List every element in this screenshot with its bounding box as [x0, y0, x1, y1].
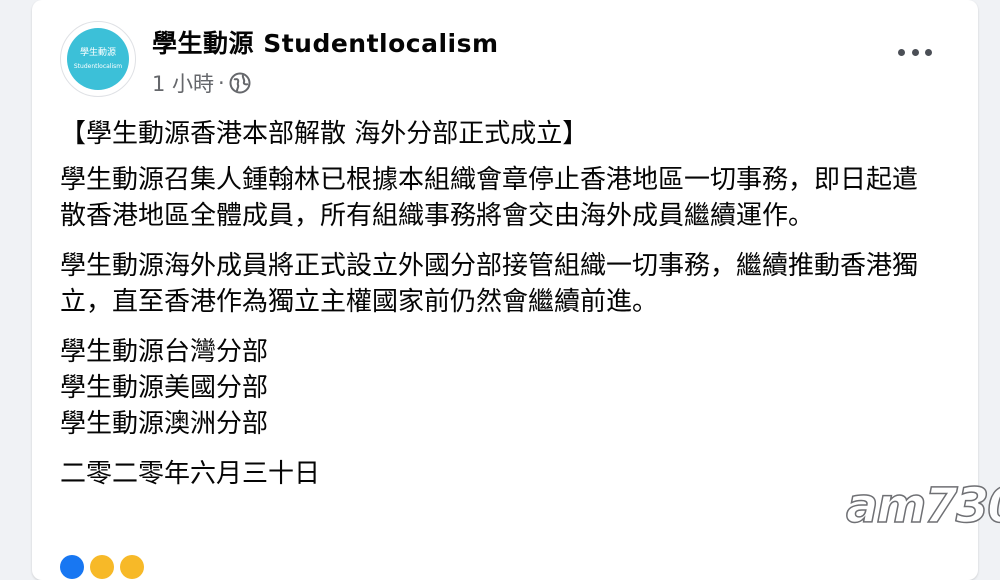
am730-watermark-logo: am730	[845, 477, 1000, 535]
more-dot	[911, 48, 919, 56]
wow-reaction-icon	[120, 555, 144, 579]
avatar-logo: 學生動源 Studentlocalism	[67, 28, 129, 90]
post-paragraph: 學生動源海外成員將正式設立外國分部接管組織一切事務，繼續推動香港獨立，直至香港作…	[60, 251, 919, 317]
globe-icon[interactable]	[229, 72, 251, 94]
more-options-icon[interactable]	[898, 42, 932, 62]
branch-item: 學生動源美國分部	[60, 373, 269, 403]
avatar-logo-text: 學生動源	[79, 48, 116, 58]
more-dot	[925, 48, 932, 56]
like-reaction-icon	[60, 555, 84, 579]
post-meta: 1 小時 ·	[152, 68, 251, 98]
post-timestamp[interactable]: 1 小時	[152, 68, 214, 98]
branch-list: 學生動源台灣分部 學生動源美國分部 學生動源澳洲分部	[60, 334, 940, 442]
post-date: 二零二零年六月三十日	[60, 459, 321, 489]
branch-item: 學生動源台灣分部	[60, 337, 269, 367]
page-avatar[interactable]: 學生動源 Studentlocalism	[60, 21, 136, 97]
post-paragraph: 學生動源召集人鍾翰林已根據本組織會章停止香港地區一切事務，即日起遣散香港地區全體…	[60, 165, 919, 231]
page-name-link[interactable]: 學生動源 Studentlocalism	[152, 24, 499, 60]
avatar-logo-subtext: Studentlocalism	[73, 63, 123, 70]
branch-item: 學生動源澳洲分部	[60, 409, 269, 439]
haha-reaction-icon	[90, 555, 114, 579]
meta-separator: ·	[218, 71, 225, 95]
reaction-icons[interactable]	[60, 555, 150, 579]
more-dot	[898, 48, 905, 56]
post-title: 【學生動源香港本部解散 海外分部正式成立】	[60, 119, 589, 149]
post-body: 【學生動源香港本部解散 海外分部正式成立】 學生動源召集人鍾翰林已根據本組織會章…	[60, 116, 940, 492]
